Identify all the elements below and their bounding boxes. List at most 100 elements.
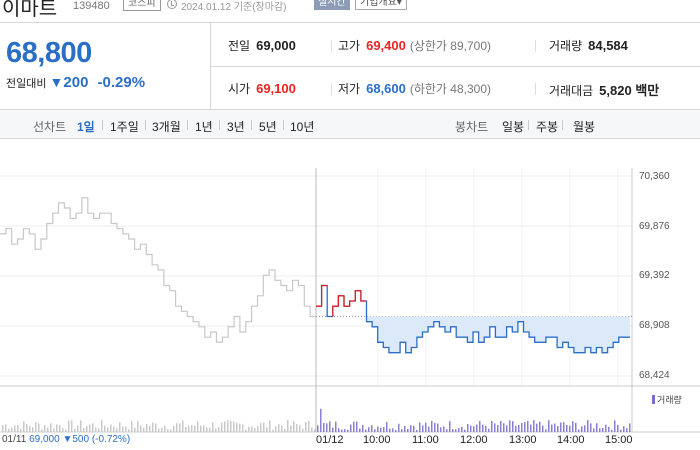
volume-bar <box>365 429 367 432</box>
volume-bar <box>338 428 340 432</box>
divider <box>535 83 536 95</box>
volume-bar <box>146 423 148 432</box>
stock-code: 139480 <box>73 0 110 12</box>
volume-bar <box>149 425 151 432</box>
volume-bar <box>41 429 43 432</box>
y-tick-label: 70,360 <box>639 171 670 182</box>
volume-bar <box>209 427 211 432</box>
volume-bar <box>2 425 4 432</box>
volume-bar <box>314 429 316 432</box>
volume-bar <box>92 423 94 432</box>
volume-bar <box>500 420 502 432</box>
volume-bar <box>341 429 343 432</box>
volume-bar <box>347 429 349 432</box>
volume-bar <box>605 424 607 432</box>
volume-bar <box>566 424 568 432</box>
x-tick-label: 13:00 <box>509 434 537 446</box>
tab-3years[interactable]: 3년 <box>227 118 245 135</box>
volume-bar <box>473 426 475 432</box>
divider <box>102 120 103 130</box>
volume-bar <box>164 425 166 432</box>
prev-day-summary: 01/11 69,000 ▼500 (-0.72%) <box>2 434 130 445</box>
volume-bar <box>419 422 421 432</box>
volume-bar <box>536 423 538 432</box>
company-info-button[interactable]: 기업개요▾ <box>355 0 407 10</box>
volume-bar <box>227 420 229 432</box>
volume-bar <box>467 423 469 432</box>
volume-bar <box>539 421 541 432</box>
volume-bar <box>614 420 616 432</box>
volume-bar <box>251 426 253 432</box>
volume-bar <box>272 429 274 432</box>
volume-bar <box>437 423 439 432</box>
volume-bar <box>239 423 241 432</box>
volume-bar <box>281 425 283 432</box>
volume-bar <box>329 421 331 432</box>
volume-bar <box>485 425 487 432</box>
tab-1year[interactable]: 1년 <box>195 118 213 135</box>
volume-bar <box>122 426 124 432</box>
volume-bar <box>404 425 406 432</box>
volume-bar <box>197 421 199 432</box>
volume-bar <box>233 421 235 432</box>
volume-bar <box>245 429 247 432</box>
tab-1day[interactable]: 1일 <box>77 118 95 135</box>
volume-bar <box>191 425 193 432</box>
price-chart[interactable]: 70,360 69,876 69,392 68,908 68,424 거래량 0… <box>0 140 700 450</box>
tab-10years[interactable]: 10년 <box>290 118 314 135</box>
tab-1week[interactable]: 1주일 <box>110 118 139 135</box>
trade-value-label: 거래대금 <box>549 84 594 98</box>
volume-bar <box>449 421 451 432</box>
line-chart-label: 선차트 <box>33 120 67 134</box>
title-strip: 이마트 139480 코스피 2024.01.12 기준(장마감) 실시간 기업… <box>0 0 700 20</box>
divider <box>535 40 536 52</box>
prev-day-change: ▼500 (-0.72%) <box>62 434 131 445</box>
volume-bar <box>299 425 301 432</box>
volume-bar <box>188 425 190 432</box>
low-price: 저가 68,600 (하한가 48,300) <box>338 80 491 97</box>
volume-bar <box>185 426 187 432</box>
volume-bar <box>557 426 559 432</box>
tab-daily-candle[interactable]: 일봉 <box>502 118 524 135</box>
volume-bar <box>452 429 454 432</box>
volume-bar <box>602 427 604 432</box>
volume-bar <box>56 424 58 432</box>
volume-bar <box>212 422 214 432</box>
prev-close-label: 전일 <box>228 39 251 53</box>
volume-bar <box>263 422 265 432</box>
volume-bar <box>380 427 382 432</box>
clock-icon <box>167 0 177 9</box>
volume-bar <box>575 422 577 432</box>
volume-bar <box>170 429 172 432</box>
volume-bar <box>488 428 490 432</box>
low-label: 저가 <box>338 82 361 96</box>
volume-bar <box>335 421 337 432</box>
y-tick-label: 69,876 <box>639 221 670 232</box>
prev-close: 전일 69,000 <box>228 37 296 54</box>
volume-bar <box>563 422 565 432</box>
volume-bar <box>65 429 67 432</box>
low-value: 68,600 <box>366 81 406 96</box>
volume-bar <box>293 421 295 432</box>
high-label: 고가 <box>338 39 361 53</box>
tab-3months[interactable]: 3개월 <box>152 118 181 135</box>
volume-bar <box>83 428 85 432</box>
change-label: 전일대비 <box>6 78 47 90</box>
realtime-badge[interactable]: 실시간 <box>314 0 350 10</box>
volume-bar <box>410 425 412 432</box>
tab-monthly-candle[interactable]: 월봉 <box>573 118 595 135</box>
volume-bar <box>401 429 403 432</box>
chart-toolbar: 선차트 1일 1주일 3개월 1년 3년 5년 10년 봉차트 일봉 주봉 월봉 <box>0 110 700 139</box>
volume-bar <box>125 426 127 432</box>
open-value: 69,100 <box>256 81 296 96</box>
volume-bar <box>104 425 106 432</box>
volume-bar <box>17 424 19 432</box>
tab-weekly-candle[interactable]: 주봉 <box>536 118 558 135</box>
volume-bar <box>560 422 562 432</box>
x-tick-label: 01/12 <box>316 434 344 446</box>
volume-bar <box>515 425 517 432</box>
volume-bar <box>110 424 112 432</box>
volume-bar <box>98 428 100 432</box>
tab-5years[interactable]: 5년 <box>259 118 277 135</box>
date-text: 2024.01.12 기준(장마감) <box>181 2 287 13</box>
